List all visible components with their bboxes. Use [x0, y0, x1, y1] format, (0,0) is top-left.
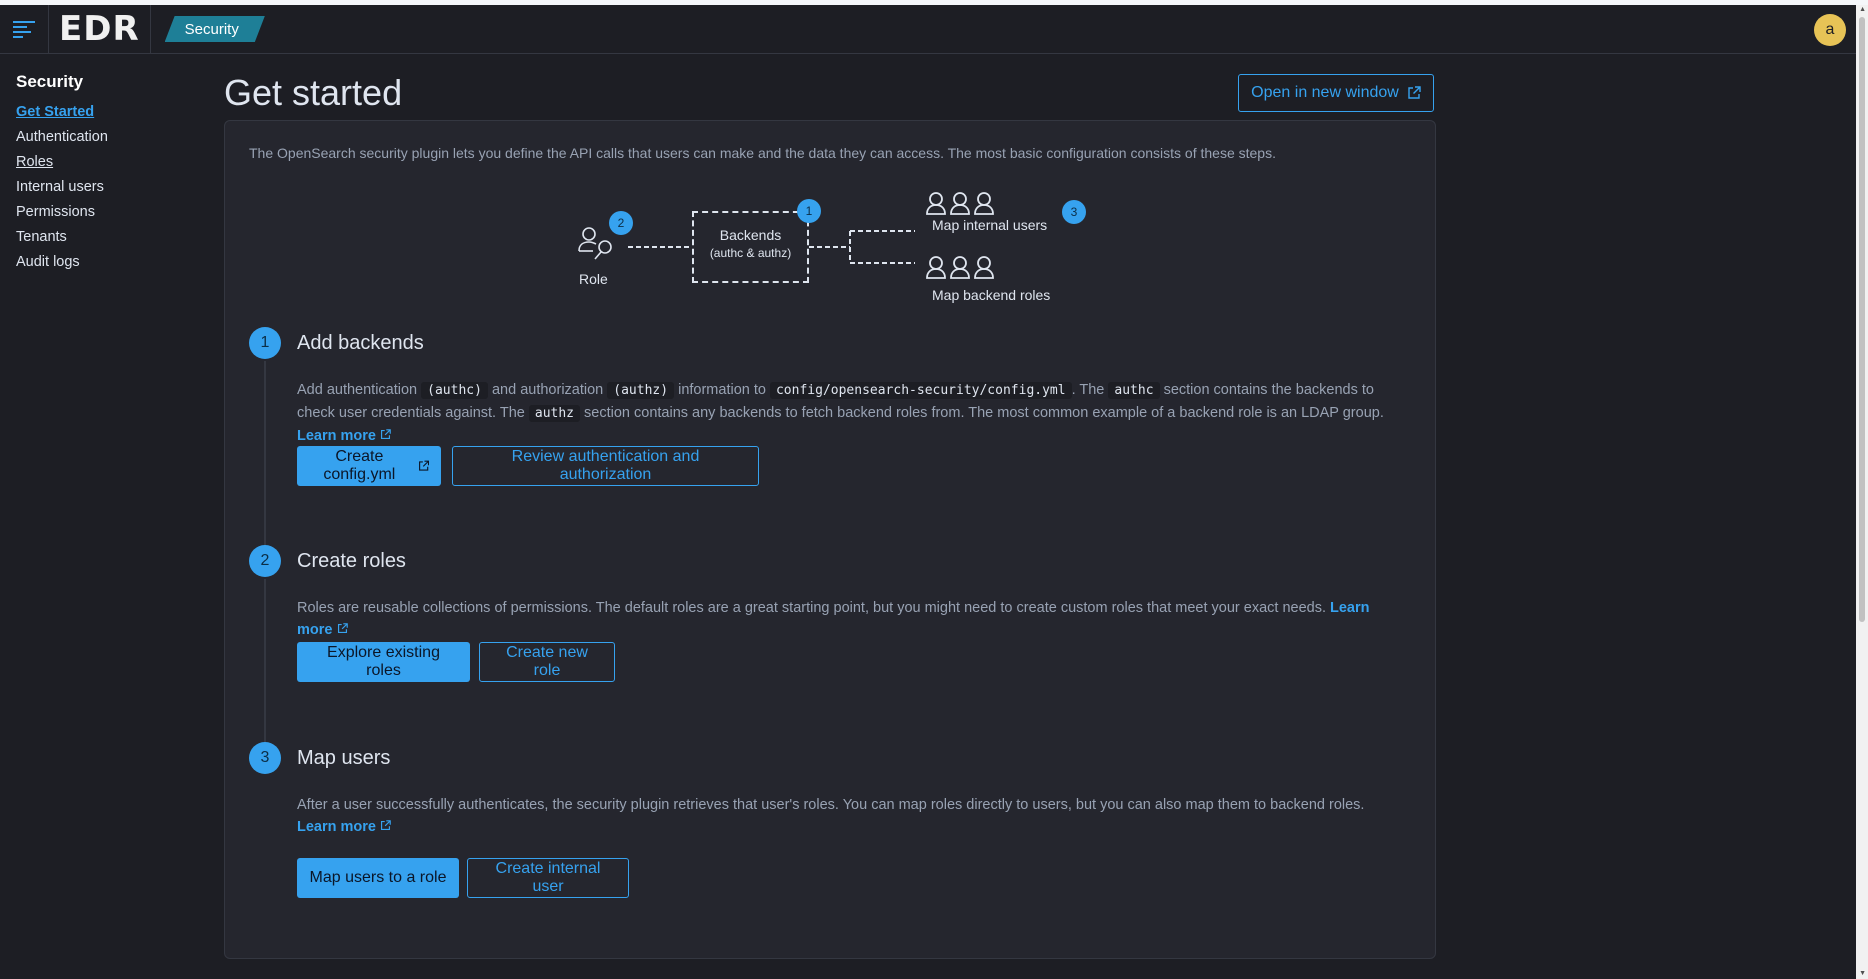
sidebar-item-tenants[interactable]: Tenants [16, 229, 206, 245]
diagram-map-badge: 3 [1062, 200, 1086, 224]
user-icon [974, 192, 994, 215]
code-authc-section: authc [1108, 382, 1160, 399]
step-2-number: 2 [249, 545, 281, 577]
scroll-up-arrow-icon[interactable]: ▲ [1859, 6, 1866, 13]
map-users-button[interactable]: Map users to a role [297, 858, 459, 898]
scroll-thumb[interactable] [1859, 17, 1865, 622]
diagram-backends-badge: 1 [797, 199, 821, 223]
step-connector-line [264, 579, 266, 754]
open-in-new-window-button[interactable]: Open in new window [1238, 74, 1434, 112]
internal-users-icons [925, 191, 995, 215]
sidebar: Security Get Started Authentication Role… [16, 72, 206, 279]
step-3-title: Map users [297, 747, 391, 769]
setup-diagram-lines [628, 230, 915, 264]
learn-more-label: Learn more [297, 428, 376, 444]
scrollbar[interactable]: ▲ ▼ [1856, 5, 1868, 979]
diagram-role-badge: 2 [609, 211, 633, 235]
scroll-down-arrow-icon[interactable]: ▼ [1859, 970, 1866, 977]
code-authz: (authz) [607, 382, 675, 399]
step-1-description: Add authentication (authc) and authoriza… [297, 379, 1407, 447]
get-started-panel: The OpenSearch security plugin lets you … [224, 120, 1436, 959]
step-2-title: Create roles [297, 550, 406, 572]
create-config-button[interactable]: Create config.yml [297, 446, 441, 486]
sidebar-item-internal-users[interactable]: Internal users [16, 179, 206, 195]
logo-text: EDR [59, 9, 140, 49]
step-2-description: Roles are reusable collections of permis… [297, 597, 1407, 641]
code-authz-section: authz [528, 405, 581, 422]
user-icon [950, 256, 970, 279]
diagram-role-label: Role [579, 271, 608, 287]
menu-button[interactable] [0, 5, 49, 53]
external-link-icon [418, 460, 429, 471]
user-icon [926, 256, 946, 279]
step-3-description: After a user successfully authenticates,… [297, 794, 1407, 838]
step-1-text: information to [678, 382, 766, 398]
step-3-number: 3 [249, 742, 281, 774]
review-auth-button[interactable]: Review authentication and authorization [452, 446, 759, 486]
external-link-icon [380, 429, 391, 440]
learn-more-link[interactable]: Learn more [297, 819, 391, 835]
external-link-icon [380, 820, 391, 831]
learn-more-label: Learn more [297, 819, 376, 835]
header-bar: EDR Security a [0, 5, 1856, 54]
step-1-text: section contains any backends to fetch b… [584, 405, 1384, 421]
map-backend-roles-label: Map backend roles [932, 287, 1051, 303]
open-window-label: Open in new window [1251, 84, 1399, 101]
step-connector-line [264, 361, 266, 558]
code-config-path: config/opensearch-security/config.yml [769, 382, 1072, 399]
sidebar-item-get-started[interactable]: Get Started [16, 104, 206, 120]
external-link-icon [1408, 86, 1421, 99]
code-authc: (authc) [421, 382, 488, 399]
user-icon [950, 192, 970, 215]
map-internal-users-label: Map internal users [932, 217, 1048, 233]
backends-sublabel: (authc & authz) [709, 246, 792, 260]
step-1-text: Add authentication [297, 382, 418, 398]
step-1-text: and authorization [491, 382, 604, 398]
create-internal-user-button[interactable]: Create internal user [467, 858, 629, 898]
create-role-button[interactable]: Create new role [479, 642, 615, 682]
sidebar-item-authentication[interactable]: Authentication [16, 129, 206, 145]
breadcrumb-security[interactable]: Security [165, 16, 265, 42]
step-1-text: . The [1071, 382, 1105, 398]
sidebar-item-roles[interactable]: Roles [16, 154, 206, 170]
step-1-number: 1 [249, 327, 281, 359]
step-2-text: Roles are reusable collections of permis… [297, 600, 1326, 616]
sidebar-item-audit-logs[interactable]: Audit logs [16, 254, 206, 270]
avatar[interactable]: a [1814, 14, 1846, 46]
step-3-text: After a user successfully authenticates,… [297, 797, 1365, 813]
explore-roles-button[interactable]: Explore existing roles [297, 642, 470, 682]
user-icon [974, 256, 994, 279]
page-title: Get started [224, 72, 403, 113]
step-1-title: Add backends [297, 332, 424, 354]
sidebar-item-permissions[interactable]: Permissions [16, 204, 206, 220]
backends-label: Backends [719, 227, 782, 243]
backends-box: Backends (authc & authz) [692, 211, 809, 283]
external-link-icon [337, 623, 348, 634]
user-icon [926, 192, 946, 215]
menu-icon [13, 21, 35, 38]
sidebar-title: Security [16, 72, 84, 91]
learn-more-link[interactable]: Learn more [297, 428, 391, 444]
app-logo[interactable]: EDR [49, 5, 151, 53]
backend-roles-icons [925, 255, 995, 279]
create-config-label: Create config.yml [323, 448, 396, 483]
